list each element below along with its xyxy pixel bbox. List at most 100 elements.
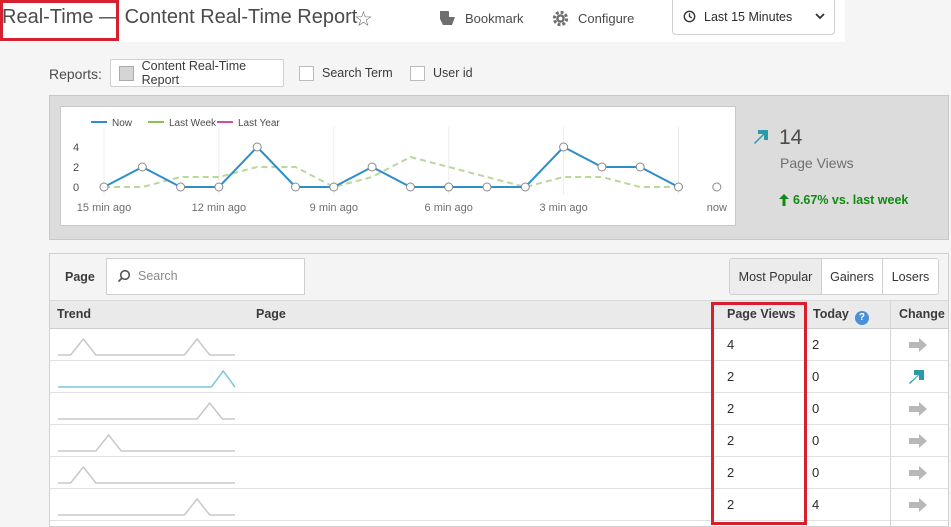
configure-label: Configure xyxy=(578,11,635,26)
data-point xyxy=(444,182,454,192)
sparkline-path xyxy=(58,465,235,484)
search-icon xyxy=(117,269,131,283)
data-point xyxy=(482,182,492,192)
today-cell: 0 xyxy=(812,369,820,384)
trend-chart-card: Now Last Week Last Year 4 2 0 15 min ago 12 min… xyxy=(60,106,736,226)
configure-button[interactable]: Configure xyxy=(551,9,634,28)
bookmark-button[interactable]: Bookmark xyxy=(437,9,524,27)
help-icon[interactable]: ? xyxy=(854,311,869,325)
title-highlight-box xyxy=(0,0,119,41)
chevron-down-icon xyxy=(815,13,825,20)
report-content-real-time[interactable]: Content Real-Time Report xyxy=(110,59,284,87)
col-page[interactable]: Page xyxy=(256,307,286,321)
trend-sparkline xyxy=(58,401,235,420)
data-point xyxy=(329,182,339,192)
x-tick-label: 3 min ago xyxy=(539,202,587,214)
today-cell: 0 xyxy=(812,401,820,416)
data-point xyxy=(674,182,683,192)
trend-chart: Now Last Week Last Year 4 2 0 15 min ago 12 min… xyxy=(73,118,727,214)
data-point xyxy=(99,182,109,192)
data-point xyxy=(137,162,147,172)
sparkline-path xyxy=(58,433,235,452)
report-label: User id xyxy=(433,66,473,80)
bookmark-icon xyxy=(440,10,455,25)
data-point xyxy=(252,142,262,152)
table-row[interactable]: 42 xyxy=(50,329,948,361)
column-divider xyxy=(890,301,891,527)
today-cell: 0 xyxy=(812,433,820,448)
x-tick-label: 9 min ago xyxy=(310,202,358,214)
filter-losers[interactable]: Losers xyxy=(882,259,938,294)
gear-icon xyxy=(552,10,569,27)
data-point xyxy=(597,162,607,172)
change-flat-arrow-icon xyxy=(909,466,927,480)
col-change[interactable]: Change xyxy=(899,307,945,321)
page-filter-label: Page xyxy=(65,270,95,284)
table-row[interactable]: 20 xyxy=(50,425,948,457)
clock-icon xyxy=(683,10,696,23)
change-up-arrow-icon xyxy=(909,370,924,384)
sparkline-path xyxy=(58,401,235,420)
today-cell: 0 xyxy=(812,465,820,480)
data-point xyxy=(635,162,645,172)
kpi-change-text: 6.67% vs. last week xyxy=(793,193,909,207)
filter-gainers[interactable]: Gainers xyxy=(821,259,882,294)
time-range-dropdown[interactable]: Last 15 Minutes xyxy=(672,0,835,35)
search-input[interactable] xyxy=(136,268,300,284)
report-label: Search Term xyxy=(322,66,393,80)
trend-sparkline xyxy=(58,337,235,356)
filter-most-popular[interactable]: Most Popular xyxy=(730,259,821,294)
page-views-label: Page Views xyxy=(780,155,854,171)
trend-sparkline xyxy=(58,369,236,388)
series-now-line xyxy=(103,145,679,188)
change-flat-arrow-icon xyxy=(909,402,927,416)
today-cell: 4 xyxy=(812,497,820,512)
data-point xyxy=(176,182,186,192)
y-tick-label: 2 xyxy=(73,162,79,174)
data-point xyxy=(559,142,569,152)
filter-segmented-control: Most Popular Gainers Losers xyxy=(729,258,939,295)
report-label: Content Real-Time Report xyxy=(141,59,247,87)
data-point xyxy=(520,182,530,192)
x-tick-label: 15 min ago xyxy=(77,202,131,214)
table-row[interactable]: 20 xyxy=(50,361,948,393)
legend-label: Last Week xyxy=(169,118,217,129)
sparkline-path xyxy=(58,337,235,356)
x-tick-label: 6 min ago xyxy=(425,202,473,214)
favorite-star-icon[interactable]: ☆ xyxy=(354,7,373,32)
table-row[interactable]: 20 xyxy=(50,393,948,425)
trend-sparkline xyxy=(58,465,235,484)
change-flat-arrow-icon xyxy=(909,338,927,352)
kpi-change: 6.67% vs. last week xyxy=(779,193,908,207)
report-user-id[interactable]: User id xyxy=(402,59,482,87)
report-search-term[interactable]: Search Term xyxy=(291,59,401,87)
data-point xyxy=(712,182,722,192)
report-icon xyxy=(299,65,314,81)
x-tick-label: 12 min ago xyxy=(192,202,246,214)
bookmark-label: Bookmark xyxy=(465,10,524,26)
reports-label: Reports: xyxy=(49,66,102,82)
page-views-total: 14 xyxy=(779,126,803,149)
y-tick-label: 4 xyxy=(73,142,79,154)
col-today[interactable]: Today? xyxy=(813,307,869,325)
y-tick-label: 0 xyxy=(73,182,79,194)
data-point xyxy=(291,182,300,192)
sparkline-path xyxy=(58,369,236,388)
legend-label: Now xyxy=(112,118,133,129)
search-box[interactable] xyxy=(106,258,305,295)
page-views-highlight-box xyxy=(711,302,807,525)
legend-label: Last Year xyxy=(238,118,280,129)
up-arrow-icon xyxy=(779,194,789,206)
data-point xyxy=(214,182,224,192)
trend-up-arrow-icon xyxy=(754,130,768,144)
table-row[interactable]: 24 xyxy=(50,489,948,521)
time-range-value: Last 15 Minutes xyxy=(704,10,793,24)
data-point xyxy=(367,162,377,172)
x-tick-label: now xyxy=(707,202,727,214)
today-cell: 2 xyxy=(812,337,820,352)
col-trend[interactable]: Trend xyxy=(57,307,91,321)
report-icon xyxy=(410,65,425,81)
table-row[interactable]: 20 xyxy=(50,457,948,489)
report-icon xyxy=(119,65,134,81)
trend-sparkline xyxy=(58,497,235,516)
